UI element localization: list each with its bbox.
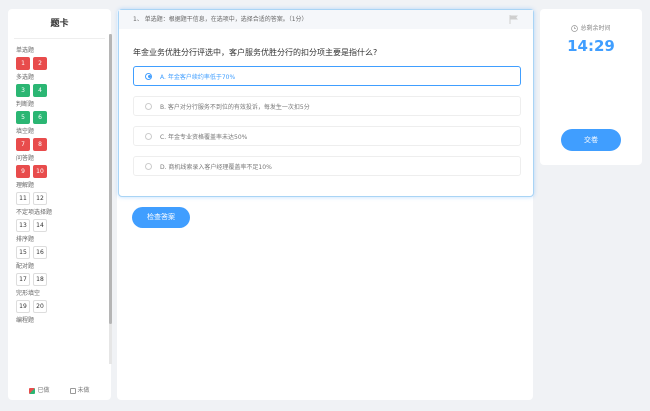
option-b-label: B. 客户对分行服务不到位的有效投诉，每发生一次扣5分 <box>160 103 310 111</box>
question-number-button[interactable]: 9 <box>16 165 30 178</box>
radio-icon[interactable] <box>145 132 152 140</box>
question-number-button[interactable]: 5 <box>16 111 30 124</box>
question-header-text: 1、 单选题：根据题干信息，在选项中，选择合适的答案。（1分） <box>133 16 308 23</box>
question-number-button[interactable]: 6 <box>33 111 47 124</box>
question-group-row: 34 <box>16 84 111 97</box>
question-group-label: 不定项选择题 <box>16 209 53 216</box>
question-group-label: 配对题 <box>16 263 35 270</box>
question-group-label: 编程题 <box>16 317 35 324</box>
option-a[interactable]: A. 年金客户续约率低于70% <box>133 66 521 86</box>
option-d[interactable]: D. 商机线索录入客户经理覆盖率不足10% <box>133 156 521 176</box>
answer-card-legend: 已做 未做 <box>8 385 111 394</box>
timer-value: 14:29 <box>567 37 615 55</box>
submit-exam-button[interactable]: 交卷 <box>561 129 621 151</box>
question-group-label: 理解题 <box>16 182 35 189</box>
question-number-button[interactable]: 19 <box>16 300 30 313</box>
option-c[interactable]: C. 年金专业资格覆盖率未达50% <box>133 126 521 146</box>
question-header: 1、 单选题：根据题干信息，在选项中，选择合适的答案。（1分） <box>119 10 533 29</box>
question-group-row: 9 10 <box>16 165 111 178</box>
radio-icon[interactable] <box>145 162 152 170</box>
question-group-label: 问答题 <box>16 155 35 162</box>
question-group-row: 78 <box>16 138 111 151</box>
radio-icon[interactable] <box>145 102 152 110</box>
timer-label: 总剩余时间 <box>540 23 642 32</box>
answer-card-title: 题卡 <box>14 9 105 39</box>
question-group-label: 多选题 <box>16 74 35 81</box>
timer-panel: 总剩余时间 14:29 交卷 <box>540 9 642 165</box>
question-number-button[interactable]: 15 <box>16 246 30 259</box>
question-group-row: 15 16 <box>16 246 111 259</box>
question-number-button[interactable]: 12 <box>33 192 47 205</box>
question-group-row: 19 20 <box>16 300 111 313</box>
legend-todo: 未做 <box>69 385 90 394</box>
option-a-label: A. 年金客户续约率低于70% <box>160 73 236 81</box>
question-number-button[interactable]: 2 <box>33 57 47 70</box>
question-group-label: 排序题 <box>16 236 35 243</box>
question-number-button[interactable]: 3 <box>16 84 30 97</box>
question-box: 1、 单选题：根据题干信息，在选项中，选择合适的答案。（1分） 年金业务优胜分行… <box>118 9 534 197</box>
question-number-button[interactable]: 17 <box>16 273 30 286</box>
question-number-button[interactable]: 20 <box>33 300 47 313</box>
radio-icon[interactable] <box>145 72 152 80</box>
question-group-label: 完形填空 <box>16 290 41 297</box>
question-stem: 年金业务优胜分行评选中，客户服务优胜分行的扣分项主要是指什么? <box>133 48 378 57</box>
option-c-label: C. 年金专业资格覆盖率未达50% <box>160 133 248 141</box>
flag-icon[interactable] <box>509 15 519 24</box>
question-number-button[interactable]: 18 <box>33 273 47 286</box>
answer-card-scrollbar[interactable] <box>109 34 112 364</box>
timer-label-text: 总剩余时间 <box>580 25 611 32</box>
question-group-row: 56 <box>16 111 111 124</box>
question-number-button[interactable]: 13 <box>16 219 30 232</box>
option-b[interactable]: B. 客户对分行服务不到位的有效投诉，每发生一次扣5分 <box>133 96 521 116</box>
legend-done: 已做 <box>29 385 50 394</box>
done-swatch-icon <box>29 387 36 394</box>
check-answer-button[interactable]: 检查答案 <box>132 207 190 228</box>
todo-swatch-icon <box>69 387 76 394</box>
question-group-row: 17 18 <box>16 273 111 286</box>
question-group-row: 13 14 <box>16 219 111 232</box>
option-d-label: D. 商机线索录入客户经理覆盖率不足10% <box>160 163 272 171</box>
question-panel: 1、 单选题：根据题干信息，在选项中，选择合适的答案。（1分） 年金业务优胜分行… <box>117 9 534 400</box>
question-number-button[interactable]: 11 <box>16 192 30 205</box>
question-number-button[interactable]: 10 <box>33 165 47 178</box>
question-number-button[interactable]: 1 <box>16 57 30 70</box>
question-group-row: 12 <box>16 57 111 70</box>
question-number-button[interactable]: 7 <box>16 138 30 151</box>
question-number-button[interactable]: 14 <box>33 219 47 232</box>
question-number-button[interactable]: 4 <box>33 84 47 97</box>
question-group-label: 填空题 <box>16 128 35 135</box>
clock-icon <box>571 25 579 32</box>
question-group-label: 判断题 <box>16 101 35 108</box>
answer-card-panel: 题卡 单选题 1 2 多选题 3 4 判断题 5 6 填空题 7 8 问答题 9 10 理解题 11 12 不定项选… <box>8 9 111 400</box>
question-group-label: 单选题 <box>16 47 35 54</box>
scrollbar-thumb[interactable] <box>109 34 112 324</box>
question-group-row: 11 12 <box>16 192 111 205</box>
answer-card-list: 单选题 1 2 多选题 3 4 判断题 5 6 填空题 7 8 问答题 9 10 理解题 11 12 不定项选择题 1… <box>8 43 111 373</box>
question-number-button[interactable]: 8 <box>33 138 47 151</box>
question-number-button[interactable]: 16 <box>33 246 47 259</box>
